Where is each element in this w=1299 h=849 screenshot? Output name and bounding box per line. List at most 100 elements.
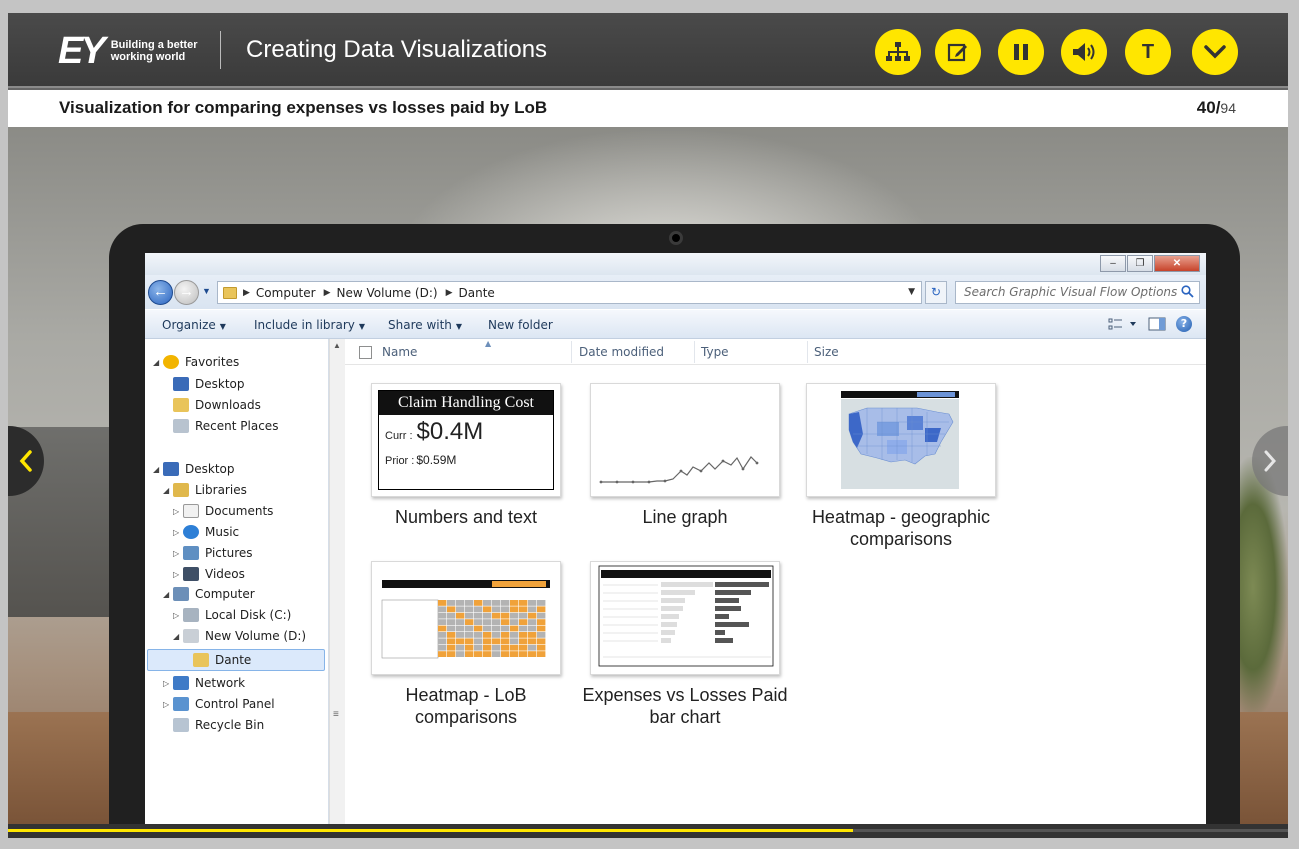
- expand-arrow-icon[interactable]: ◢: [173, 632, 183, 641]
- view-options-icon[interactable]: [1108, 318, 1138, 330]
- expand-arrow-icon[interactable]: ◢: [153, 465, 163, 474]
- column-divider[interactable]: [694, 341, 695, 363]
- nav-label: Videos: [205, 567, 245, 581]
- transcript-button[interactable]: T: [1125, 29, 1171, 75]
- nav-label: Favorites: [185, 355, 240, 369]
- music-icon: [183, 525, 199, 539]
- new-folder-button[interactable]: New folder: [488, 318, 553, 332]
- address-bar[interactable]: ▶ Computer ▶ New Volume (D:) ▶ Dante ▼: [217, 281, 922, 304]
- column-size[interactable]: Size: [814, 345, 839, 359]
- search-input[interactable]: Search Graphic Visual Flow Options: [955, 281, 1200, 304]
- nav-item-desktop[interactable]: Desktop: [163, 374, 245, 394]
- minimize-button[interactable]: –: [1100, 255, 1126, 272]
- nav-item-recycle-bin[interactable]: Recycle Bin: [163, 715, 264, 735]
- refresh-button[interactable]: ↻: [925, 281, 947, 304]
- close-button[interactable]: ✕: [1154, 255, 1200, 272]
- file-tile[interactable]: Claim Handling Cost Curr : $0.4M Prior : $…: [371, 383, 561, 533]
- volume-button[interactable]: [1061, 29, 1107, 75]
- organize-button[interactable]: Organize ▼: [162, 318, 226, 332]
- menu-button[interactable]: [1192, 29, 1238, 75]
- header-divider: [220, 31, 221, 69]
- include-label: Include in library: [254, 318, 355, 332]
- file-tile[interactable]: Line graph: [590, 383, 780, 533]
- column-date-modified[interactable]: Date modified: [579, 345, 664, 359]
- column-name[interactable]: Name: [382, 345, 417, 359]
- address-dropdown-icon[interactable]: ▼: [908, 287, 915, 297]
- nav-item-local-disk[interactable]: ▷ Local Disk (C:): [173, 605, 291, 625]
- search-icon[interactable]: [1181, 285, 1194, 298]
- kpi-current-label: Curr :: [385, 430, 413, 442]
- nav-scrollbar[interactable]: ▲ ≡: [329, 339, 345, 824]
- collapse-arrow-icon[interactable]: ▷: [173, 549, 183, 558]
- nav-item-pictures[interactable]: ▷ Pictures: [173, 543, 253, 563]
- pause-button[interactable]: [998, 29, 1044, 75]
- heatmap-cell: [447, 600, 456, 606]
- maximize-button[interactable]: ❐: [1127, 255, 1153, 272]
- nav-item-music[interactable]: ▷ Music: [173, 522, 239, 542]
- breadcrumb-dante[interactable]: Dante: [459, 286, 495, 300]
- progress-bar[interactable]: [8, 824, 1288, 838]
- nav-item-computer[interactable]: ◢ Computer: [163, 584, 255, 604]
- recent-pages-dropdown[interactable]: ▼: [202, 286, 211, 296]
- control-panel-icon: [173, 697, 189, 711]
- column-type[interactable]: Type: [701, 345, 729, 359]
- collapse-arrow-icon[interactable]: ▷: [163, 700, 173, 709]
- nav-item-libraries[interactable]: ◢ Libraries: [163, 480, 247, 500]
- chevron-right-icon: ▶: [445, 287, 453, 298]
- nav-label: Music: [205, 525, 240, 539]
- nav-item-favorites[interactable]: ◢ Favorites: [153, 352, 239, 372]
- recycle-bin-icon: [173, 718, 189, 732]
- heatmap-cell: [474, 600, 483, 606]
- forward-button[interactable]: →: [174, 280, 199, 305]
- column-divider[interactable]: [807, 341, 808, 363]
- breadcrumb-new-volume[interactable]: New Volume (D:): [337, 286, 438, 300]
- column-divider[interactable]: [571, 341, 572, 363]
- select-all-checkbox[interactable]: [359, 346, 372, 359]
- new-folder-label: New folder: [488, 318, 553, 332]
- collapse-arrow-icon[interactable]: ▷: [163, 679, 173, 688]
- heatmap-cell: [537, 651, 546, 657]
- heatmap-cell: [501, 638, 510, 645]
- notes-button[interactable]: [935, 29, 981, 75]
- nav-item-recent-places[interactable]: Recent Places: [163, 416, 278, 436]
- text-icon: T: [1141, 40, 1155, 63]
- heatmap-cell: [465, 612, 474, 619]
- back-button[interactable]: ←: [148, 280, 173, 305]
- nav-item-control-panel[interactable]: ▷ Control Panel: [163, 694, 275, 714]
- collapse-arrow-icon[interactable]: ▷: [173, 528, 183, 537]
- expand-arrow-icon[interactable]: ◢: [163, 590, 173, 599]
- nav-item-videos[interactable]: ▷ Videos: [173, 564, 245, 584]
- heatmap-cell: [492, 638, 501, 645]
- scroll-grip-icon[interactable]: ≡: [333, 709, 339, 720]
- nav-item-new-volume[interactable]: ◢ New Volume (D:): [173, 626, 306, 646]
- expand-arrow-icon[interactable]: ◢: [163, 486, 173, 495]
- file-tile[interactable]: Heatmap - LoB comparisons: [371, 561, 561, 727]
- nav-item-documents[interactable]: ▷ Documents: [173, 501, 273, 521]
- us-map-thumbnail-icon: [841, 391, 959, 489]
- share-with-button[interactable]: Share with ▼: [388, 318, 462, 332]
- chevron-right-icon: ▶: [243, 287, 250, 298]
- nav-label: Pictures: [205, 546, 253, 560]
- heatmap-cell: [492, 600, 501, 606]
- file-tile[interactable]: Heatmap - geographic comparisons: [806, 383, 996, 549]
- sitemap-button[interactable]: [875, 29, 921, 75]
- collapse-arrow-icon[interactable]: ▷: [173, 611, 183, 620]
- thumbnail-line-graph: [590, 383, 780, 497]
- scroll-up-icon[interactable]: ▲: [333, 341, 341, 350]
- nav-item-downloads[interactable]: Downloads: [163, 395, 261, 415]
- heatmap-cell: [537, 644, 546, 651]
- collapse-arrow-icon[interactable]: ▷: [173, 507, 183, 516]
- heatmap-cell: [501, 632, 510, 638]
- heatmap-cell: [537, 638, 546, 645]
- nav-item-desktop-root[interactable]: ◢ Desktop: [153, 459, 235, 479]
- include-in-library-button[interactable]: Include in library ▼: [254, 318, 365, 332]
- breadcrumb-computer[interactable]: Computer: [256, 286, 316, 300]
- file-tile[interactable]: Expenses vs Losses Paid bar chart: [582, 561, 788, 727]
- heatmap-cell: [528, 632, 537, 638]
- collapse-arrow-icon[interactable]: ▷: [173, 570, 183, 579]
- preview-pane-icon[interactable]: [1148, 317, 1166, 331]
- expand-arrow-icon[interactable]: ◢: [153, 358, 163, 367]
- nav-item-dante[interactable]: Dante: [193, 650, 251, 670]
- help-icon[interactable]: ?: [1176, 316, 1192, 332]
- nav-item-network[interactable]: ▷ Network: [163, 673, 245, 693]
